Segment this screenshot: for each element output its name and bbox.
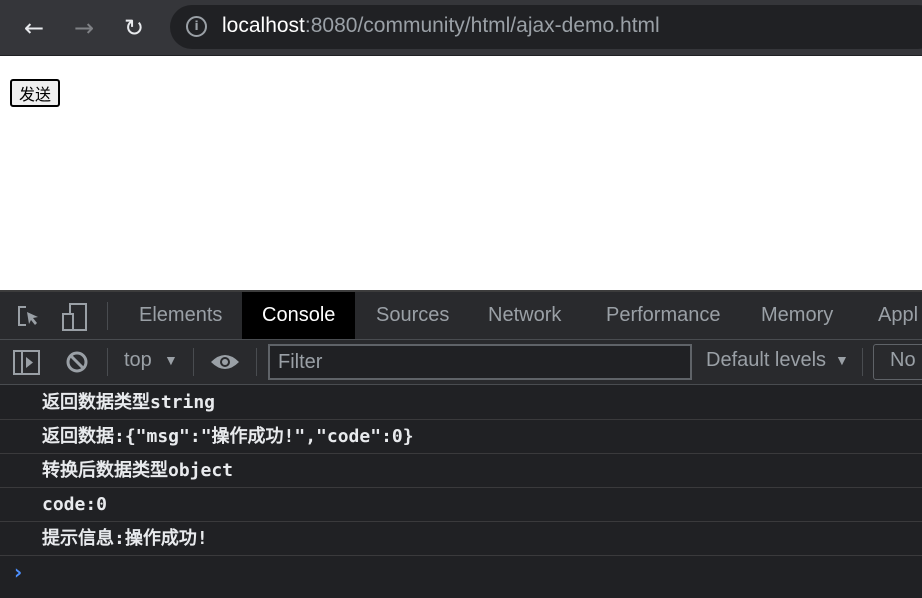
page-content: 发送 — [0, 57, 922, 290]
tab-elements[interactable]: Elements — [119, 292, 242, 339]
issues-label: No — [890, 349, 916, 371]
back-button[interactable]: ← — [18, 12, 50, 44]
console-prompt-icon[interactable]: › — [14, 560, 22, 584]
console-message: 返回数据类型string — [0, 386, 922, 420]
tab-network[interactable]: Network — [468, 292, 581, 339]
url-host: localhost — [222, 14, 305, 37]
tab-performance[interactable]: Performance — [586, 292, 741, 339]
clear-console-icon[interactable] — [65, 350, 89, 374]
console-message: 转换后数据类型object — [0, 454, 922, 488]
console-message: code:0 — [0, 488, 922, 522]
tab-console[interactable]: Console — [242, 292, 356, 339]
device-toolbar-icon[interactable] — [60, 302, 90, 332]
log-levels-dropdown[interactable]: Default levels — [706, 349, 826, 372]
console-message: 提示信息:操作成功! — [0, 522, 922, 556]
info-icon[interactable]: i — [186, 16, 207, 37]
send-button[interactable]: 发送 — [10, 79, 61, 107]
browser-toolbar: ← → ↻ i localhost:8080/community/html/aj… — [0, 0, 922, 56]
dropdown-arrow-icon[interactable]: ▼ — [164, 352, 178, 368]
console-log-list: 返回数据类型string 返回数据:{"msg":"操作成功!","code":… — [0, 386, 922, 556]
console-message: 返回数据:{"msg":"操作成功!","code":0} — [0, 420, 922, 454]
tab-sources[interactable]: Sources — [356, 292, 469, 339]
devtools-panel: Elements Console Sources Network Perform… — [0, 290, 922, 598]
reload-button[interactable]: ↻ — [118, 12, 150, 44]
issues-button[interactable]: No — [873, 344, 922, 380]
sidebar-toggle-icon[interactable] — [13, 350, 41, 376]
inspect-element-icon[interactable] — [16, 304, 42, 330]
tab-memory[interactable]: Memory — [741, 292, 853, 339]
console-toolbar: top ▼ Filter Default levels ▼ No — [0, 340, 922, 385]
tab-application[interactable]: Appl — [858, 292, 922, 339]
levels-arrow-icon[interactable]: ▼ — [835, 352, 849, 368]
address-bar[interactable]: i localhost:8080/community/html/ajax-dem… — [170, 5, 922, 49]
filter-input[interactable]: Filter — [268, 344, 692, 380]
context-selector[interactable]: top — [124, 349, 152, 372]
devtools-tabs: Elements Console Sources Network Perform… — [0, 290, 922, 340]
eye-icon[interactable] — [210, 352, 240, 372]
url-path: :8080/community/html/ajax-demo.html — [304, 14, 660, 37]
forward-button[interactable]: → — [68, 12, 100, 44]
